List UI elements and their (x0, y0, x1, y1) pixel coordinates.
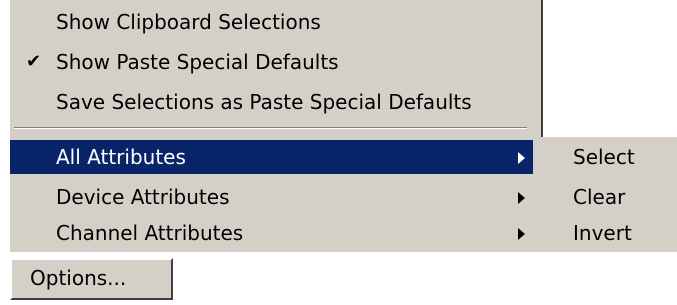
submenu-item-label: Select (573, 145, 635, 169)
submenu-item-label: Clear (573, 185, 626, 209)
submenu-item-label: Invert (573, 221, 632, 245)
menu-item-show-paste-special-defaults[interactable]: ✔ Show Paste Special Defaults (10, 45, 533, 79)
menu-item-save-selections-as-defaults[interactable]: Save Selections as Paste Special Default… (10, 85, 533, 119)
submenu-arrow-icon (518, 192, 525, 204)
menu-item-channel-attributes[interactable]: Channel Attributes (10, 216, 533, 250)
menu-item-label: All Attributes (56, 145, 186, 169)
menu-item-device-attributes[interactable]: Device Attributes (10, 180, 533, 214)
menu-item-label: Save Selections as Paste Special Default… (56, 90, 472, 114)
menu-item-all-attributes[interactable]: All Attributes (10, 140, 533, 174)
menu-item-label: Show Paste Special Defaults (56, 50, 339, 74)
submenu-item-clear[interactable]: Clear (533, 180, 677, 214)
submenu-arrow-icon (518, 228, 525, 240)
menu-item-show-clipboard-selections[interactable]: Show Clipboard Selections (10, 5, 533, 39)
submenu-arrow-icon (518, 152, 525, 164)
menu-item-label: Device Attributes (56, 185, 230, 209)
menu-item-label: Channel Attributes (56, 221, 244, 245)
context-menu: Show Clipboard Selections ✔ Show Paste S… (10, 0, 543, 252)
check-icon: ✔ (26, 51, 42, 72)
all-attributes-submenu: Select Clear Invert (533, 137, 677, 252)
options-button[interactable]: Options... (10, 258, 173, 300)
menu-item-label: Show Clipboard Selections (56, 10, 321, 34)
menu-separator (14, 127, 527, 129)
submenu-item-select[interactable]: Select (533, 140, 677, 174)
submenu-item-invert[interactable]: Invert (533, 216, 677, 250)
